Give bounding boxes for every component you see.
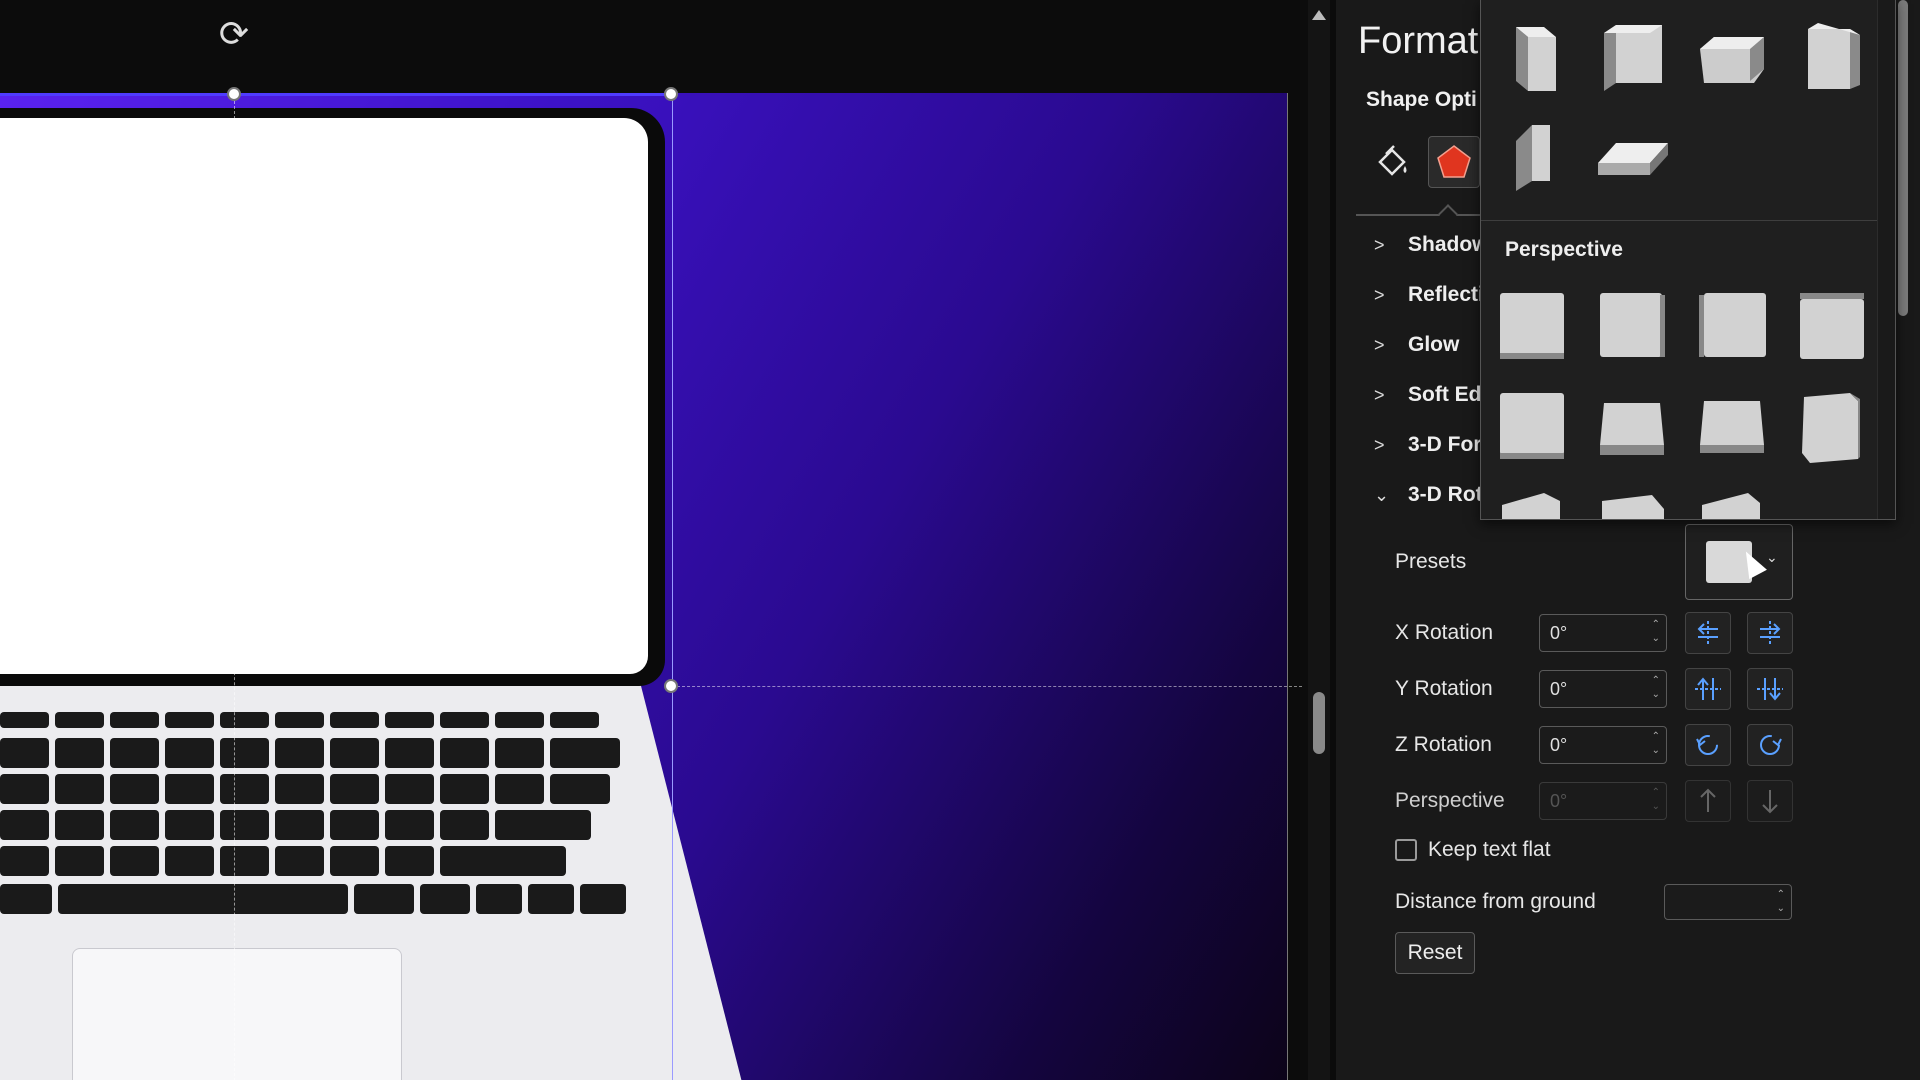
gallery-scrollbar[interactable] xyxy=(1877,0,1895,519)
preset-perspective-5[interactable] xyxy=(1493,388,1571,466)
preset-oblique-5[interactable] xyxy=(1493,118,1571,196)
chevron-right-icon: > xyxy=(1374,334,1385,355)
distance-from-ground-input[interactable]: ⌃ ⌄ xyxy=(1664,884,1792,920)
section-glow[interactable]: > Glow xyxy=(1374,328,1459,362)
section-label: Shadow xyxy=(1408,233,1489,256)
preset-oblique-1[interactable] xyxy=(1493,18,1571,96)
resize-handle-top-right[interactable] xyxy=(664,87,678,101)
pane-title: Format xyxy=(1358,20,1479,62)
keep-text-flat-checkbox[interactable] xyxy=(1395,839,1417,861)
preset-perspective-2[interactable] xyxy=(1593,288,1671,366)
smart-guide-horizontal xyxy=(672,686,1302,687)
z-rotation-input[interactable]: 0° ⌃ ⌄ xyxy=(1539,726,1667,764)
pentagon-effects-icon[interactable] xyxy=(1428,136,1480,188)
active-tab-caret-icon xyxy=(1438,204,1458,224)
perspective-label: Perspective xyxy=(1395,789,1505,812)
canvas-scroll-thumb[interactable] xyxy=(1313,692,1325,754)
spin-arrows-icon[interactable]: ⌃ ⌄ xyxy=(1652,674,1660,702)
x-rotation-value: 0° xyxy=(1550,623,1568,643)
chevron-right-icon: > xyxy=(1374,284,1385,305)
selection-border-top xyxy=(0,93,672,96)
perspective-input[interactable]: 0° ⌃ ⌄ xyxy=(1539,782,1667,820)
chevron-down-icon: ⌄ xyxy=(1766,549,1778,565)
y-rotation-value: 0° xyxy=(1550,679,1568,699)
scroll-up-arrow-icon[interactable] xyxy=(1312,10,1326,20)
rotate-left-button[interactable] xyxy=(1685,612,1731,654)
z-rotation-label: Z Rotation xyxy=(1395,733,1492,756)
chevron-right-icon: > xyxy=(1374,384,1385,405)
y-rotation-label: Y Rotation xyxy=(1395,677,1493,700)
laptop-keyboard xyxy=(0,712,665,932)
laptop-screen-placeholder[interactable] xyxy=(0,118,648,674)
rotate-icon[interactable]: ⟳ xyxy=(214,14,254,54)
preset-perspective-11[interactable] xyxy=(1693,484,1771,519)
perspective-value: 0° xyxy=(1550,791,1568,811)
resize-handle-top-middle[interactable] xyxy=(227,87,241,101)
widen-field-of-view-button[interactable] xyxy=(1747,780,1793,822)
rotate-up-button[interactable] xyxy=(1685,668,1731,710)
preset-perspective-6[interactable] xyxy=(1593,388,1671,466)
preset-perspective-4[interactable] xyxy=(1793,288,1871,366)
slide-edge xyxy=(1287,93,1288,1080)
chevron-down-icon: ⌄ xyxy=(1374,484,1390,505)
preset-perspective-10[interactable] xyxy=(1593,484,1671,519)
x-rotation-label: X Rotation xyxy=(1395,621,1494,644)
preset-oblique-6[interactable] xyxy=(1593,118,1671,196)
rotate-down-button[interactable] xyxy=(1747,668,1793,710)
presets-dropdown-button[interactable]: ⌄ xyxy=(1685,524,1793,600)
reset-button[interactable]: Reset xyxy=(1395,932,1475,974)
pane-scroll-thumb[interactable] xyxy=(1898,0,1908,316)
pane-scrollbar[interactable] xyxy=(1894,0,1912,320)
rotate-right-button[interactable] xyxy=(1747,612,1793,654)
canvas-scrollbar[interactable] xyxy=(1308,0,1330,1080)
resize-handle-middle-right[interactable] xyxy=(664,679,678,693)
section-shadow[interactable]: > Shadow xyxy=(1374,228,1489,262)
gallery-separator xyxy=(1481,220,1881,221)
preset-oblique-4[interactable] xyxy=(1793,18,1871,96)
keep-text-flat-label: Keep text flat xyxy=(1428,838,1551,861)
slide-canvas[interactable]: ⟳ xyxy=(0,0,1310,1080)
rotate-counterclockwise-button[interactable] xyxy=(1685,724,1731,766)
section-3d-rotation[interactable]: ⌄ 3-D Rota xyxy=(1374,478,1494,512)
z-rotation-value: 0° xyxy=(1550,735,1568,755)
spin-arrows-icon[interactable]: ⌃ ⌄ xyxy=(1777,888,1785,916)
narrow-field-of-view-button[interactable] xyxy=(1685,780,1731,822)
preset-perspective-1[interactable] xyxy=(1493,288,1571,366)
rotate-clockwise-button[interactable] xyxy=(1747,724,1793,766)
laptop-trackpad xyxy=(72,948,402,1080)
preset-perspective-9[interactable] xyxy=(1493,484,1571,519)
section-label: Glow xyxy=(1408,333,1460,356)
preset-oblique-3[interactable] xyxy=(1693,18,1771,96)
x-rotation-input[interactable]: 0° ⌃ ⌄ xyxy=(1539,614,1667,652)
shape-options-tab[interactable]: Shape Opti xyxy=(1366,88,1477,112)
y-rotation-input[interactable]: 0° ⌃ ⌄ xyxy=(1539,670,1667,708)
selection-border-right xyxy=(672,93,673,1080)
distance-from-ground-label: Distance from ground xyxy=(1395,890,1596,913)
perspective-heading: Perspective xyxy=(1505,238,1623,261)
smart-guide-vertical xyxy=(234,96,235,1080)
section-reflection[interactable]: > Reflectio xyxy=(1374,278,1497,312)
preset-perspective-3[interactable] xyxy=(1693,288,1771,366)
chevron-right-icon: > xyxy=(1374,434,1385,455)
section-soft-edges[interactable]: > Soft Edg xyxy=(1374,378,1494,412)
preset-oblique-2[interactable] xyxy=(1593,18,1671,96)
preset-perspective-7[interactable] xyxy=(1693,388,1771,466)
spin-arrows-icon[interactable]: ⌃ ⌄ xyxy=(1652,786,1660,814)
spin-arrows-icon[interactable]: ⌃ ⌄ xyxy=(1652,618,1660,646)
presets-label: Presets xyxy=(1395,550,1467,573)
preset-perspective-8[interactable] xyxy=(1793,388,1871,466)
spin-arrows-icon[interactable]: ⌃ ⌄ xyxy=(1652,730,1660,758)
3d-rotation-presets-gallery: Perspective xyxy=(1480,0,1896,520)
paint-bucket-icon[interactable] xyxy=(1366,136,1418,188)
chevron-right-icon: > xyxy=(1374,234,1385,255)
